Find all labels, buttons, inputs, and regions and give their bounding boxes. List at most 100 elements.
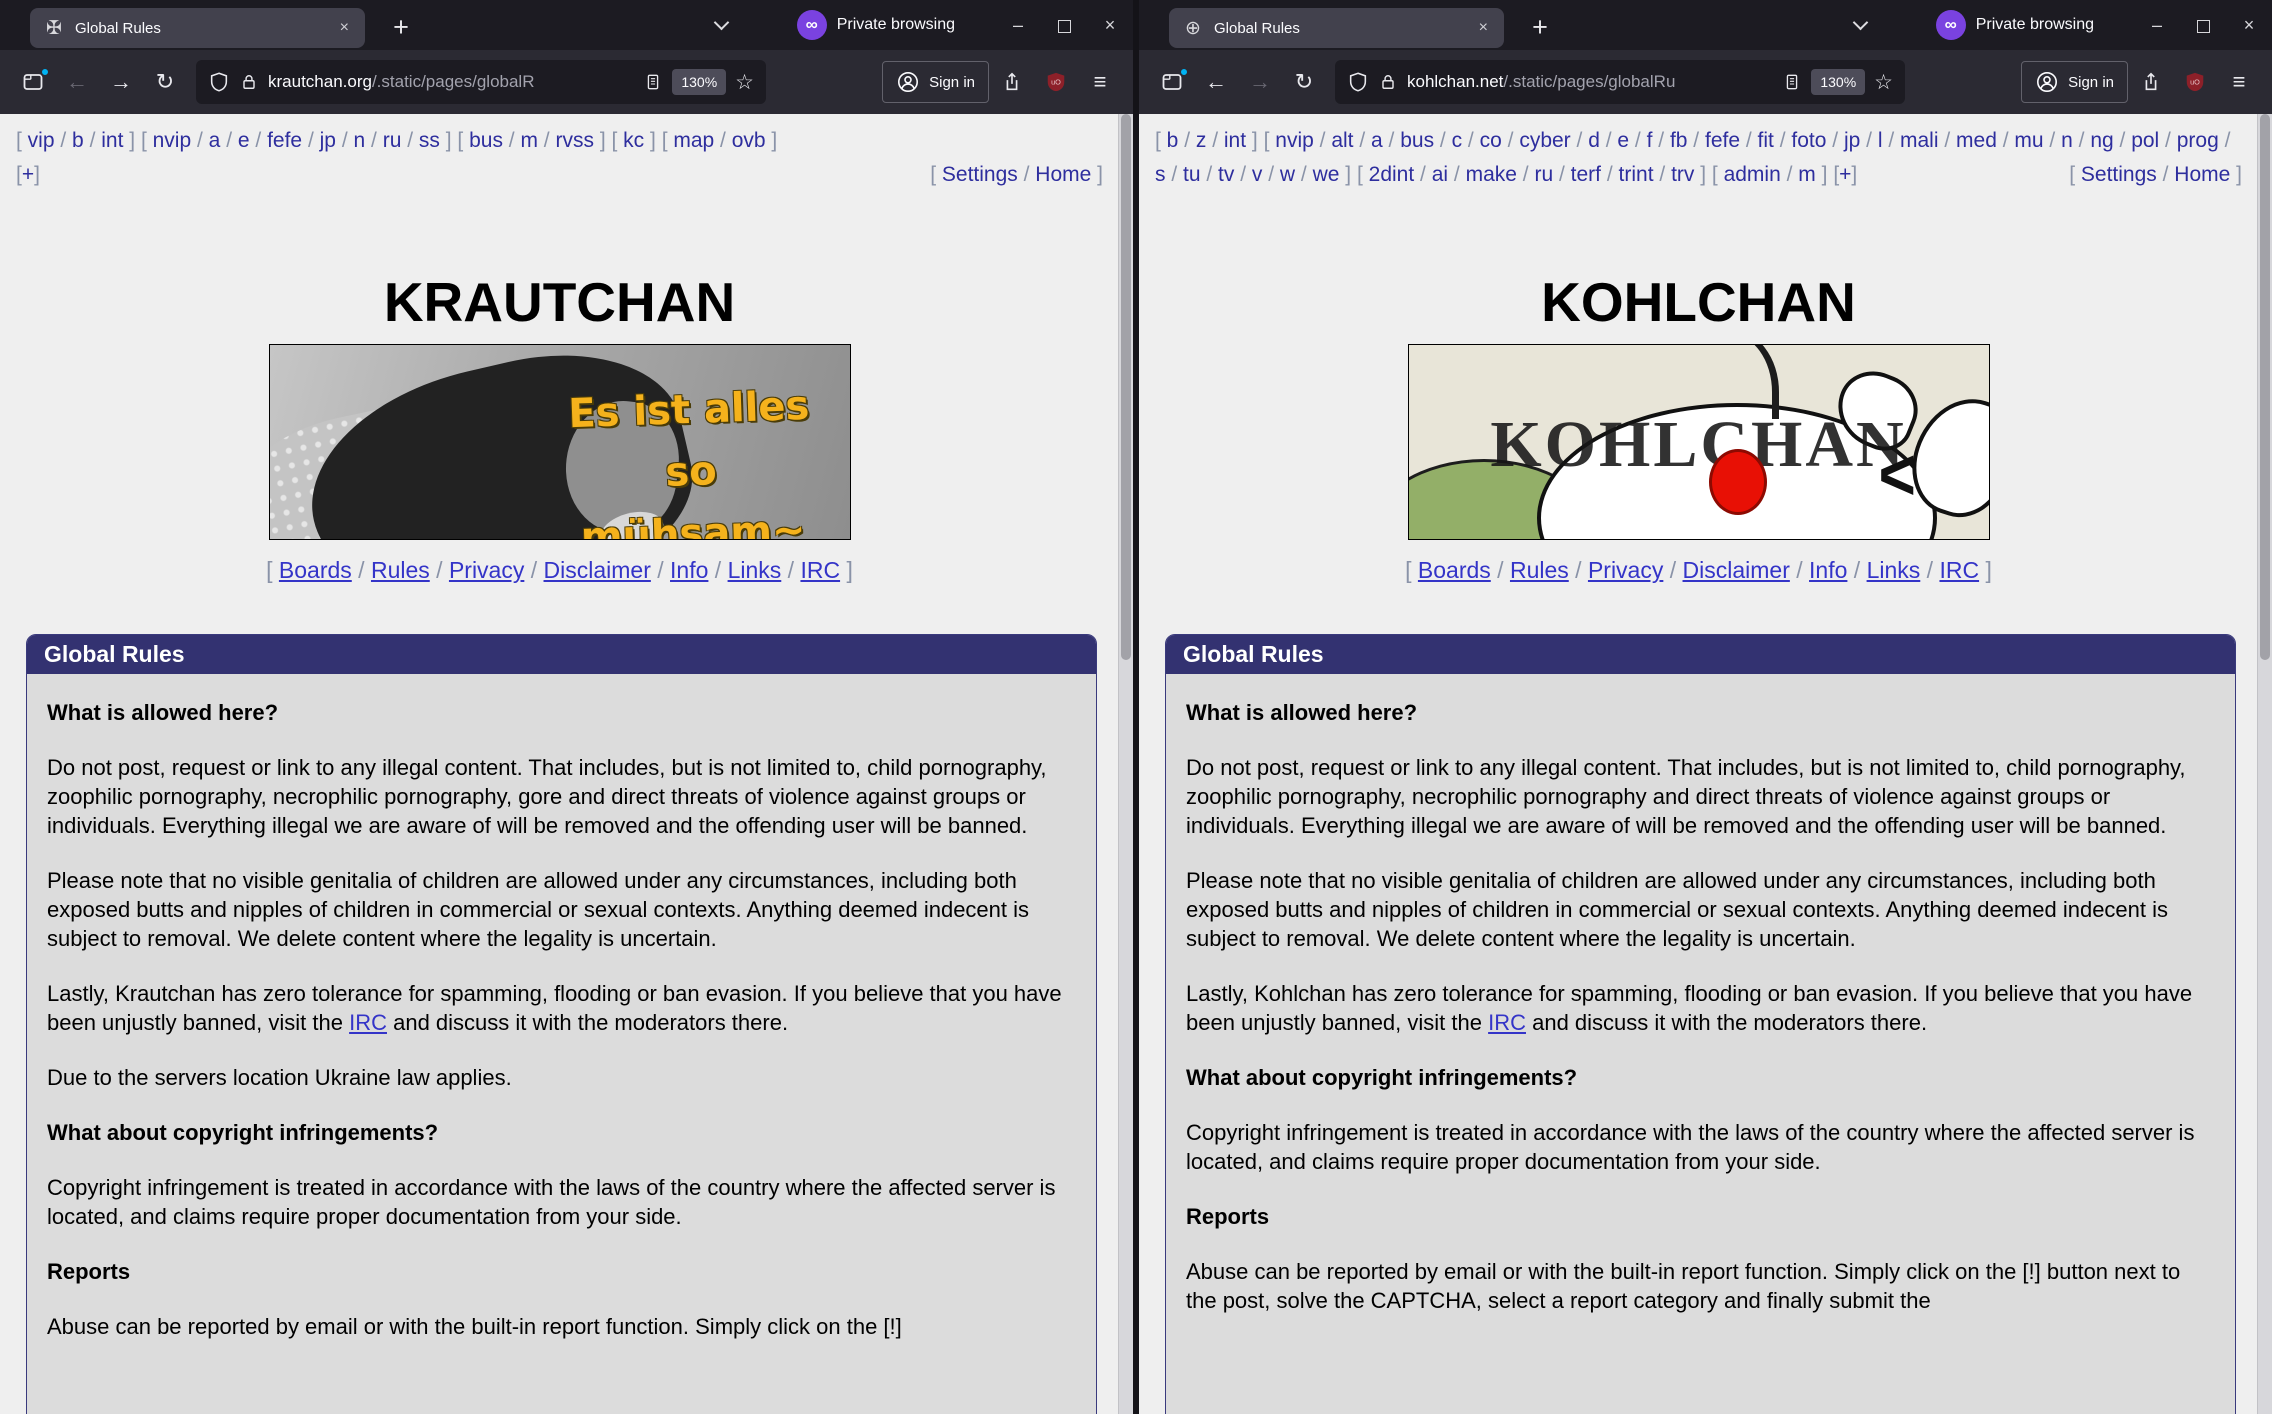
menu-button[interactable]: ≡ [1079, 62, 1121, 102]
link-fefe[interactable]: fefe [267, 129, 302, 152]
lock-icon[interactable] [1378, 72, 1398, 92]
new-tab-button[interactable]: + [383, 12, 419, 43]
zoom-level-badge[interactable]: 130% [1811, 69, 1866, 95]
minimize-button[interactable]: – [2134, 0, 2180, 50]
link-kc[interactable]: kc [623, 129, 644, 152]
reload-button[interactable]: ↻ [144, 62, 186, 102]
tracking-shield-icon[interactable] [1347, 71, 1369, 93]
link-irc[interactable]: IRC [1939, 557, 1979, 583]
link-a[interactable]: a [209, 129, 221, 152]
firefox-view-button[interactable] [1151, 62, 1193, 102]
link-home[interactable]: Home [2174, 163, 2230, 186]
link-privacy[interactable]: Privacy [1588, 557, 1663, 583]
link-irc[interactable]: IRC [1488, 1010, 1526, 1035]
link-bus[interactable]: bus [1400, 129, 1434, 152]
window-close-button[interactable]: × [1087, 0, 1133, 50]
link-m[interactable]: m [520, 129, 538, 152]
link-irc[interactable]: IRC [800, 557, 840, 583]
back-button[interactable]: ← [56, 62, 98, 102]
ublock-origin-button[interactable]: uO [1035, 62, 1077, 102]
list-all-tabs-chevron-icon[interactable] [1852, 14, 1868, 31]
link-privacy[interactable]: Privacy [449, 557, 524, 583]
url-text[interactable]: kohlchan.net/.static/pages/globalRu [1407, 72, 1773, 92]
link-map[interactable]: map [673, 129, 714, 152]
tab-close-icon[interactable]: × [336, 19, 353, 37]
link-cyber[interactable]: cyber [1519, 129, 1570, 152]
link-jp[interactable]: jp [320, 129, 336, 152]
link-int[interactable]: int [101, 129, 123, 152]
maximize-button[interactable] [1041, 0, 1087, 50]
reader-view-icon[interactable] [1782, 72, 1802, 92]
menu-button[interactable]: ≡ [2218, 62, 2260, 102]
link-foto[interactable]: foto [1791, 129, 1826, 152]
new-tab-button[interactable]: + [1522, 12, 1558, 43]
link-z[interactable]: z [1196, 129, 1207, 152]
link-add-board[interactable]: + [1839, 163, 1851, 186]
scrollbar-thumb[interactable] [1121, 114, 1131, 660]
link-fit[interactable]: fit [1758, 129, 1774, 152]
window-close-button[interactable]: × [2226, 0, 2272, 50]
tab-close-icon[interactable]: × [1475, 19, 1492, 37]
link-boards[interactable]: Boards [279, 557, 352, 583]
link-d[interactable]: d [1588, 129, 1600, 152]
link-ng[interactable]: ng [2090, 129, 2113, 152]
link-trv[interactable]: trv [1671, 163, 1694, 186]
link-settings[interactable]: Settings [942, 163, 1018, 186]
link-m[interactable]: m [1798, 163, 1816, 186]
link-make[interactable]: make [1466, 163, 1517, 186]
link-bus[interactable]: bus [469, 129, 503, 152]
link-c[interactable]: c [1452, 129, 1463, 152]
share-button[interactable] [991, 62, 1033, 102]
reload-button[interactable]: ↻ [1283, 62, 1325, 102]
bookmark-star-icon[interactable]: ☆ [1874, 70, 1893, 95]
reader-view-icon[interactable] [643, 72, 663, 92]
link-vip[interactable]: vip [28, 129, 55, 152]
link-b[interactable]: b [1167, 129, 1179, 152]
link-tv[interactable]: tv [1218, 163, 1234, 186]
link-med[interactable]: med [1956, 129, 1997, 152]
link-terf[interactable]: terf [1571, 163, 1601, 186]
forward-button[interactable]: → [1239, 62, 1281, 102]
link-ru[interactable]: ru [383, 129, 402, 152]
link-tu[interactable]: tu [1183, 163, 1201, 186]
link-add-board[interactable]: + [22, 163, 34, 186]
link-a[interactable]: a [1371, 129, 1383, 152]
link-mali[interactable]: mali [1900, 129, 1939, 152]
browser-tab[interactable]: ✠ Global Rules × [30, 8, 365, 48]
link-s[interactable]: s [1155, 163, 1166, 186]
link-settings[interactable]: Settings [2081, 163, 2157, 186]
sign-in-button[interactable]: Sign in [2021, 61, 2128, 103]
link-ss[interactable]: ss [419, 129, 440, 152]
link-rules[interactable]: Rules [1510, 557, 1569, 583]
url-bar[interactable]: kohlchan.net/.static/pages/globalRu 130%… [1335, 60, 1905, 104]
url-text[interactable]: krautchan.org/.static/pages/globalR [268, 72, 634, 92]
forward-button[interactable]: → [100, 62, 142, 102]
link-2dint[interactable]: 2dint [1369, 163, 1415, 186]
link-home[interactable]: Home [1035, 163, 1091, 186]
link-trint[interactable]: trint [1619, 163, 1654, 186]
link-nvip[interactable]: nvip [153, 129, 192, 152]
link-ai[interactable]: ai [1432, 163, 1448, 186]
firefox-view-button[interactable] [12, 62, 54, 102]
share-button[interactable] [2130, 62, 2172, 102]
link-fb[interactable]: fb [1670, 129, 1688, 152]
sign-in-button[interactable]: Sign in [882, 61, 989, 103]
link-info[interactable]: Info [670, 557, 708, 583]
lock-icon[interactable] [239, 72, 259, 92]
scrollbar-thumb[interactable] [2260, 114, 2270, 660]
link-w[interactable]: w [1280, 163, 1295, 186]
zoom-level-badge[interactable]: 130% [672, 69, 727, 95]
link-jp[interactable]: jp [1844, 129, 1860, 152]
link-ovb[interactable]: ovb [732, 129, 766, 152]
link-boards[interactable]: Boards [1418, 557, 1491, 583]
link-n[interactable]: n [354, 129, 366, 152]
link-prog[interactable]: prog [2177, 129, 2219, 152]
link-irc[interactable]: IRC [349, 1010, 387, 1035]
list-all-tabs-chevron-icon[interactable] [713, 14, 729, 31]
link-links[interactable]: Links [1867, 557, 1921, 583]
link-disclaimer[interactable]: Disclaimer [544, 557, 651, 583]
link-we[interactable]: we [1313, 163, 1340, 186]
link-fefe[interactable]: fefe [1705, 129, 1740, 152]
link-disclaimer[interactable]: Disclaimer [1683, 557, 1790, 583]
ublock-origin-button[interactable]: uO [2174, 62, 2216, 102]
